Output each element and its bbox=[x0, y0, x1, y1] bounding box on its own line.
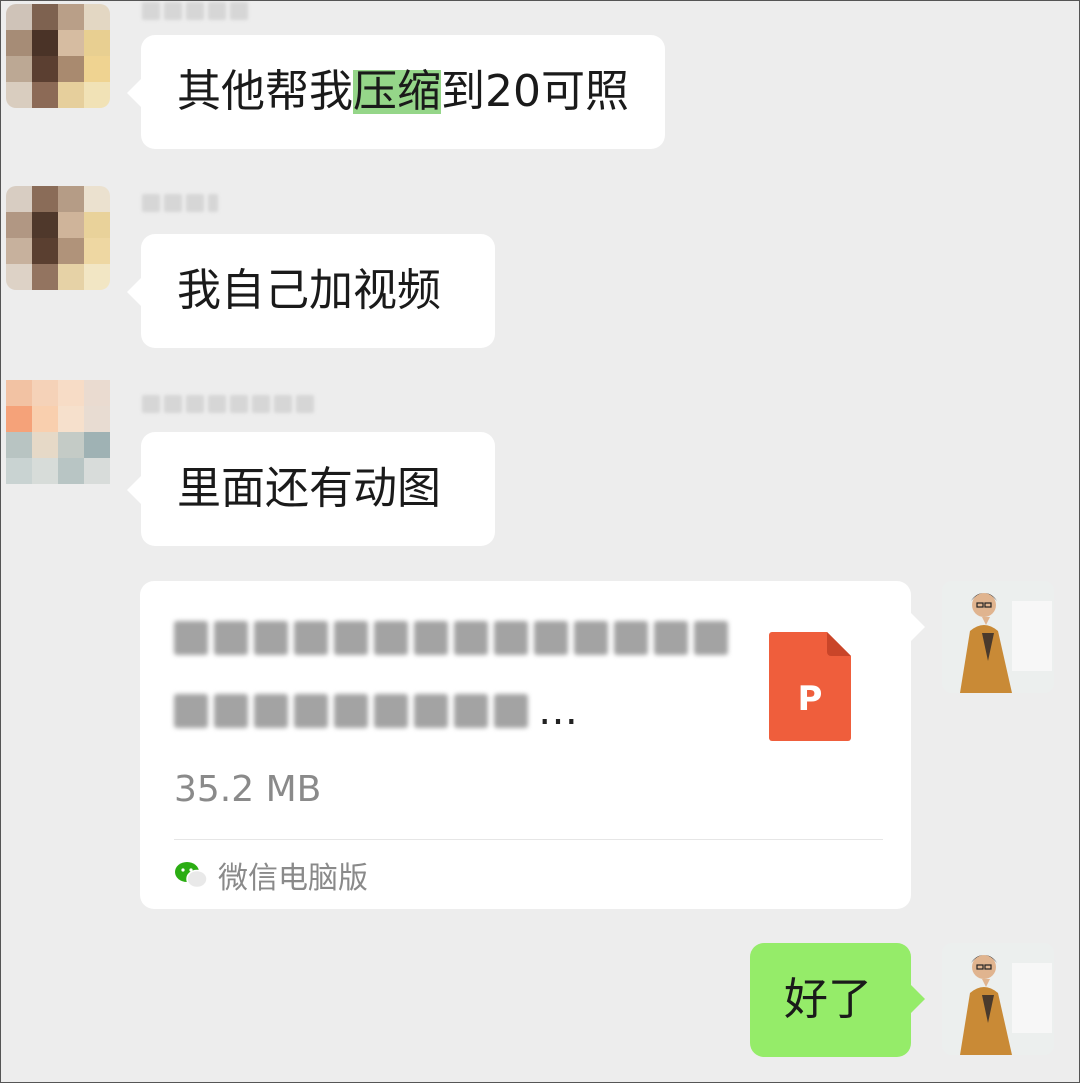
message-text: 好了 bbox=[784, 974, 872, 1025]
my-avatar[interactable] bbox=[942, 943, 1054, 1055]
my-avatar[interactable] bbox=[942, 581, 1054, 693]
message-text: 到20可照 bbox=[441, 66, 629, 117]
file-size: 35.2 MB bbox=[174, 769, 322, 810]
contact-avatar[interactable] bbox=[6, 4, 110, 108]
file-name-blurred-line1 bbox=[174, 621, 728, 655]
person-photo bbox=[942, 943, 1054, 1055]
sender-name-blurred bbox=[142, 192, 218, 214]
ppt-file-icon: P bbox=[769, 632, 851, 741]
file-source-label: 微信电脑版 bbox=[218, 861, 368, 896]
wechat-icon bbox=[175, 862, 208, 889]
message-text: 其他帮我 bbox=[177, 66, 353, 117]
card-divider bbox=[174, 839, 883, 840]
sender-name-blurred bbox=[142, 393, 314, 415]
person-photo bbox=[942, 581, 1054, 693]
file-name-blurred-line2: … bbox=[174, 691, 578, 731]
sender-name-blurred bbox=[142, 0, 248, 22]
message-bubble[interactable]: 其他帮我 压缩 到20可照 bbox=[127, 35, 665, 149]
file-message-card[interactable]: … 35.2 MB P 微信电脑版 bbox=[140, 581, 925, 909]
message-text: 我自己加视频 bbox=[177, 265, 441, 316]
file-source: 微信电脑版 bbox=[174, 853, 368, 897]
message-bubble[interactable]: 里面还有动图 bbox=[127, 432, 495, 546]
ppt-icon-letter: P bbox=[798, 679, 823, 719]
contact-avatar[interactable] bbox=[6, 380, 110, 484]
message-bubble[interactable]: 我自己加视频 bbox=[127, 234, 495, 348]
file-name-ellipsis: … bbox=[538, 688, 578, 734]
message-text: 里面还有动图 bbox=[177, 463, 441, 514]
message-text-highlight: 压缩 bbox=[353, 66, 441, 117]
my-message-bubble[interactable]: 好了 bbox=[750, 943, 925, 1057]
contact-avatar[interactable] bbox=[6, 186, 110, 290]
